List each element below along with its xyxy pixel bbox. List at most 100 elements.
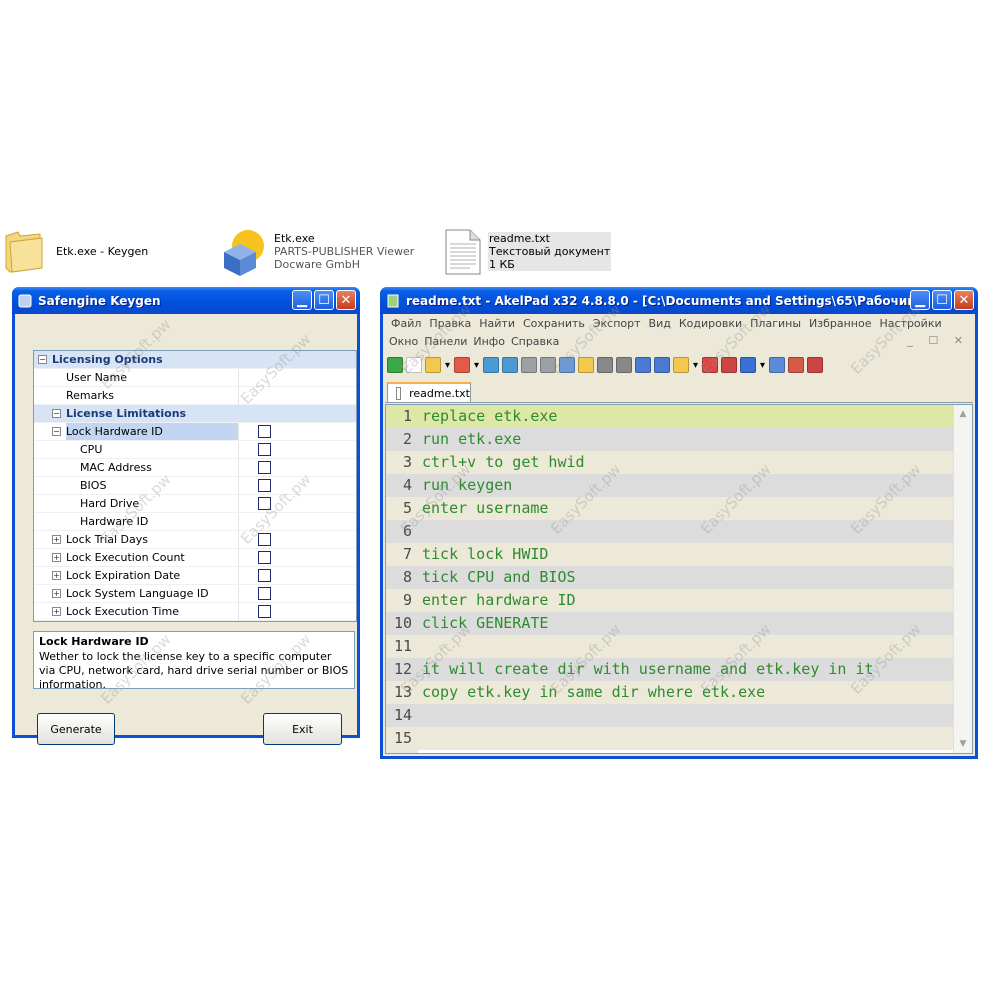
menu-item[interactable]: Сохранить (523, 317, 585, 330)
desktop-file-etk-exe[interactable]: Etk.exe PARTS-PUBLISHER Viewer Docware G… (220, 228, 414, 276)
grid-row[interactable]: − Lock Hardware ID (34, 423, 356, 441)
grid-row[interactable]: CPU (34, 441, 356, 459)
grid-checkbox[interactable] (258, 569, 271, 582)
scroll-up-icon[interactable]: ▲ (955, 406, 971, 422)
collapse-icon[interactable]: − (52, 427, 61, 436)
print-preview-icon[interactable] (540, 357, 556, 373)
replace-icon[interactable] (654, 357, 670, 373)
menu-item[interactable]: Правка (429, 317, 471, 330)
close-button[interactable]: ✕ (954, 290, 974, 310)
grid-checkbox[interactable] (258, 587, 271, 600)
menu-item[interactable]: Кодировки (679, 317, 742, 330)
menu-item[interactable]: Окно (389, 335, 418, 348)
grid-row[interactable]: − License Limitations (34, 405, 356, 423)
maximize-button[interactable]: ☐ (932, 290, 952, 310)
desktop-folder-etk-keygen[interactable]: Etk.exe - Keygen (4, 228, 148, 274)
keygen-titlebar[interactable]: Safengine Keygen ▁ ☐ ✕ (12, 287, 360, 314)
dropdown-icon[interactable]: ▾ (444, 357, 451, 373)
save-icon[interactable] (483, 357, 499, 373)
expand-icon[interactable]: + (52, 607, 61, 616)
mdi-controls[interactable]: _ ☐ ✕ (907, 334, 969, 347)
grid-checkbox[interactable] (258, 443, 271, 456)
grid-row[interactable]: MAC Address (34, 459, 356, 477)
grid-checkbox[interactable] (258, 479, 271, 492)
macro-icon[interactable] (721, 357, 737, 373)
dropdown-icon[interactable]: ▾ (759, 357, 766, 373)
dropdown-icon[interactable]: ▾ (692, 357, 699, 373)
grid-checkbox[interactable] (258, 533, 271, 546)
collapse-icon[interactable]: − (52, 409, 61, 418)
copy-icon[interactable] (559, 357, 575, 373)
expand-icon[interactable]: + (52, 589, 61, 598)
open-icon[interactable] (425, 357, 441, 373)
save-all-icon[interactable] (502, 357, 518, 373)
menu-item[interactable]: Настройки (879, 317, 941, 330)
paste-icon[interactable] (578, 357, 594, 373)
menu-item[interactable]: Инфо (473, 335, 505, 348)
vertical-scrollbar[interactable]: ▲ ▼ (953, 405, 972, 753)
maximize-button[interactable]: ☐ (314, 290, 334, 310)
favorites-icon[interactable] (673, 357, 689, 373)
menu-item[interactable]: Избранное (809, 317, 871, 330)
scroll-down-icon[interactable]: ▼ (955, 736, 971, 752)
grid-checkbox[interactable] (258, 425, 271, 438)
grid-row[interactable]: Remarks (34, 387, 356, 405)
grid-row[interactable]: + Lock Execution Time (34, 603, 356, 621)
menu-item[interactable]: Файл (391, 317, 421, 330)
grid-checkbox[interactable] (258, 605, 271, 618)
settings-icon[interactable] (769, 357, 785, 373)
tools-icon[interactable] (788, 357, 804, 373)
exit-button[interactable]: Exit (263, 713, 342, 745)
tab-readme[interactable]: readme.txt (387, 382, 471, 402)
minimize-button[interactable]: ▁ (292, 290, 312, 310)
grid-row[interactable]: BIOS (34, 477, 356, 495)
desktop-file-readme[interactable]: readme.txt Текстовый документ 1 КБ (444, 228, 612, 276)
grid-row[interactable]: + Lock Execution Count (34, 549, 356, 567)
menu-item[interactable]: Справка (511, 335, 559, 348)
akelpad-titlebar[interactable]: readme.txt - AkelPad x32 4.8.8.0 - [C:\D… (380, 287, 978, 314)
maximize-icon: ☐ (318, 292, 330, 308)
menu-item[interactable]: Экспорт (593, 317, 641, 330)
print-icon[interactable] (521, 357, 537, 373)
grid-row[interactable]: + Lock Expiration Date (34, 567, 356, 585)
menu-bar: Файл Правка Найти Сохранить Экспорт Вид Кодиро… (383, 314, 975, 332)
grid-checkbox[interactable] (258, 497, 271, 510)
ru-en-icon[interactable] (702, 357, 718, 373)
plugin-icon[interactable] (740, 357, 756, 373)
editor-line: 13 copy etk.key in same dir where etk.exe (386, 681, 953, 704)
grid-row[interactable]: User Name (34, 369, 356, 387)
undo-icon[interactable] (597, 357, 613, 373)
new-file-icon[interactable] (406, 357, 422, 373)
line-text: tick CPU and BIOS (422, 568, 576, 586)
collapse-icon[interactable]: − (38, 355, 47, 364)
menu-item[interactable]: Плагины (750, 317, 801, 330)
exit-icon[interactable] (807, 357, 823, 373)
redo-icon[interactable] (616, 357, 632, 373)
grid-row[interactable]: Hardware ID (34, 513, 356, 531)
generate-button[interactable]: Generate (37, 713, 115, 745)
menu-item[interactable]: Вид (649, 317, 671, 330)
dropdown-icon[interactable]: ▾ (473, 357, 480, 373)
grid-row[interactable]: Hard Drive (34, 495, 356, 513)
ok-icon[interactable] (387, 357, 403, 373)
grid-row[interactable]: + Lock Trial Days (34, 531, 356, 549)
find-icon[interactable] (635, 357, 651, 373)
text-editor[interactable]: 1 replace etk.exe 2 run etk.exe 3 ctrl+v to g… (385, 404, 973, 754)
etk-description: PARTS-PUBLISHER Viewer (274, 245, 415, 258)
close-button[interactable]: ✕ (336, 290, 356, 310)
minimize-button[interactable]: ▁ (910, 290, 930, 310)
grid-checkbox[interactable] (258, 461, 271, 474)
expand-icon[interactable]: + (52, 535, 61, 544)
menu-item[interactable]: Найти (479, 317, 515, 330)
editor-line: 11 (386, 635, 953, 658)
akelpad-title: readme.txt - AkelPad x32 4.8.8.0 - [C:\D… (406, 293, 916, 308)
property-grid[interactable]: − Licensing Options User Name Remarks − Licen… (33, 350, 357, 622)
grid-row[interactable]: + Lock System Language ID (34, 585, 356, 603)
expand-icon[interactable]: + (52, 553, 61, 562)
grid-row[interactable]: − Licensing Options (34, 351, 356, 369)
grid-row[interactable]: +Lock Total Execution Time (34, 621, 356, 622)
grid-checkbox[interactable] (258, 551, 271, 564)
expand-icon[interactable]: + (52, 571, 61, 580)
menu-item[interactable]: Панели (424, 335, 467, 348)
close-doc-icon[interactable] (454, 357, 470, 373)
